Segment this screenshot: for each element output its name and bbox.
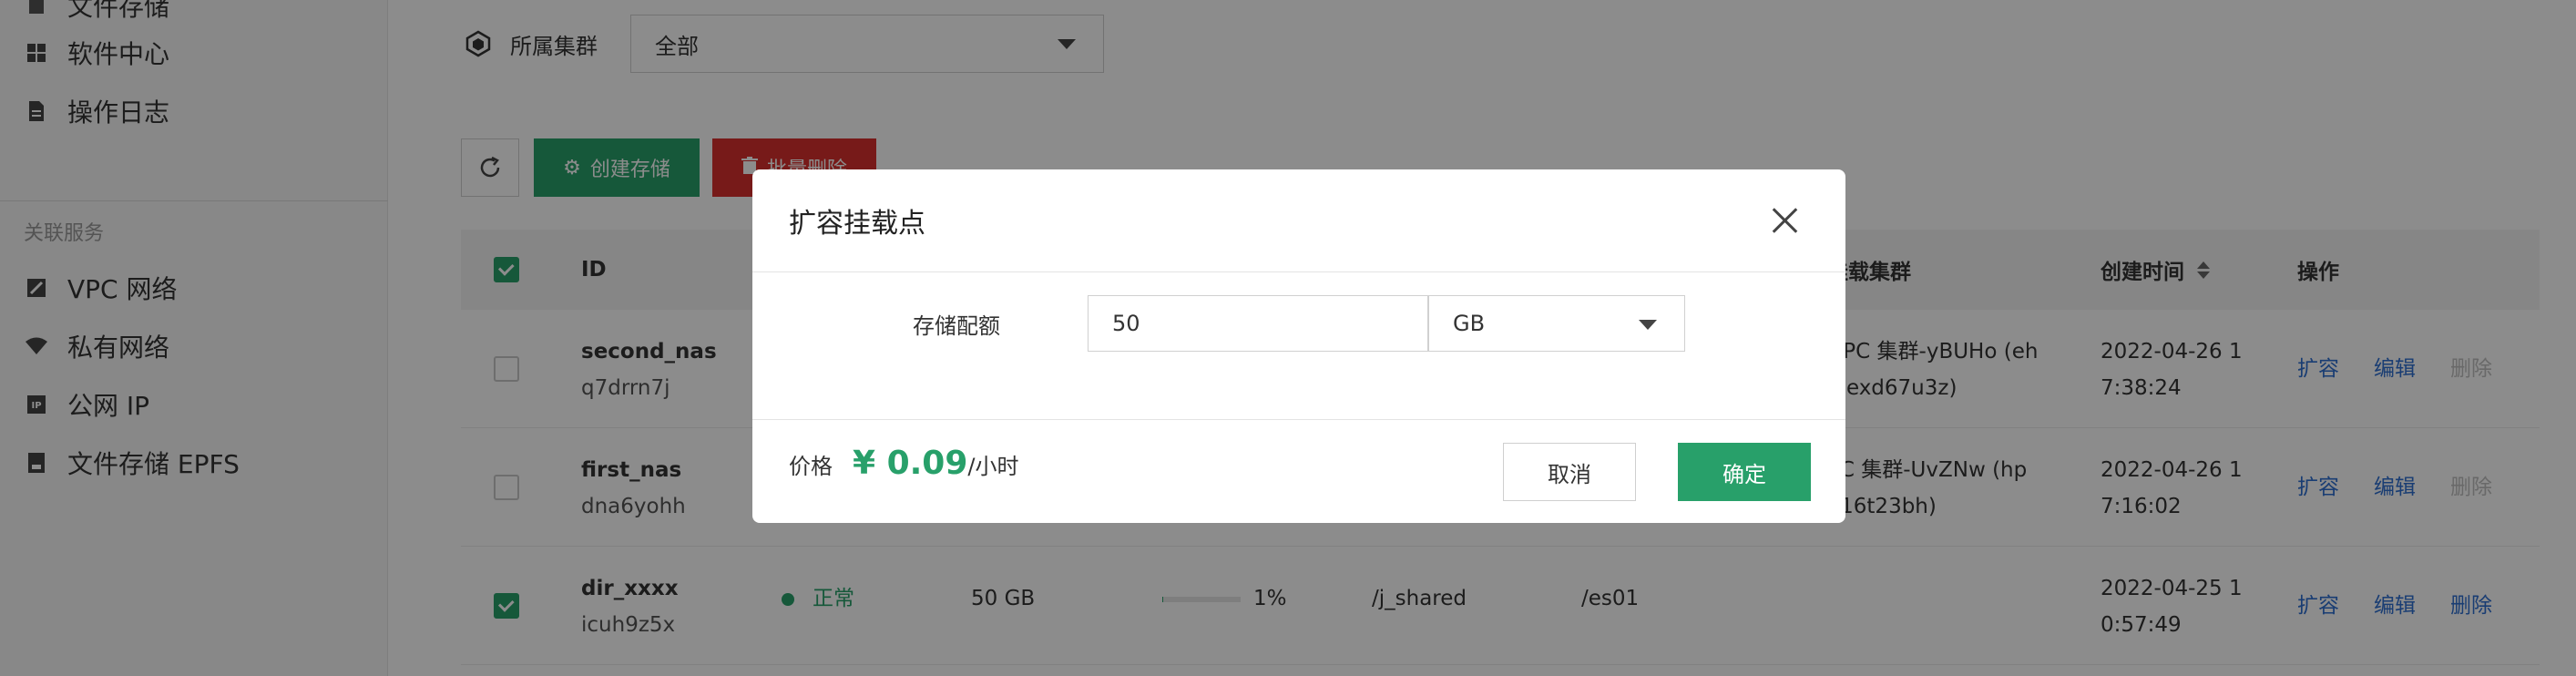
- unit-select-value: GB: [1453, 311, 1486, 336]
- dialog-divider: [752, 419, 1845, 420]
- quota-label: 存储配额: [913, 312, 1000, 339]
- quota-input[interactable]: [1088, 295, 1428, 352]
- confirm-button[interactable]: 确定: [1678, 443, 1811, 501]
- price-value: ¥ 0.09: [853, 445, 968, 482]
- price-label: 价格: [789, 454, 833, 479]
- dialog-divider: [752, 271, 1845, 272]
- unit-select[interactable]: GB: [1428, 295, 1685, 352]
- dialog-title: 扩容挂载点: [789, 208, 925, 240]
- cancel-button[interactable]: 取消: [1503, 443, 1636, 501]
- chevron-down-icon: [1639, 320, 1657, 330]
- price-unit: /小时: [967, 454, 1019, 479]
- price-display: 价格 ¥ 0.09 /小时: [789, 445, 1019, 503]
- close-icon[interactable]: [1769, 204, 1802, 237]
- expand-mount-dialog: 扩容挂载点 存储配额 GB 价格 ¥ 0.09 /小时 取消 确定: [752, 169, 1845, 523]
